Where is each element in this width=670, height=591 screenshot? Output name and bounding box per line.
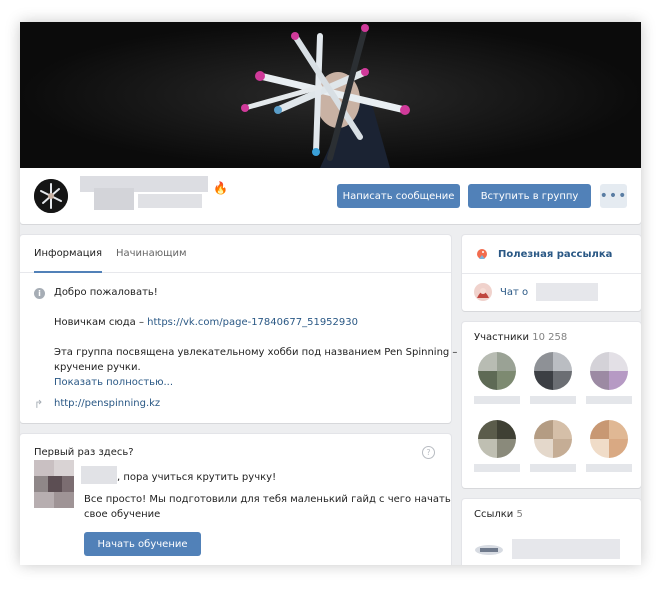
info-tabs: Информация Начинающим — [20, 235, 451, 273]
member-name-blurred — [474, 464, 520, 472]
member-name-blurred — [530, 464, 576, 472]
member-name-blurred — [586, 464, 632, 472]
newbies-line: Новичкам сюда – https://vk.com/page-1784… — [54, 317, 358, 328]
members-count: 10 258 — [532, 332, 568, 343]
link-logo-icon — [475, 545, 503, 555]
members-title: Участники — [474, 332, 530, 343]
bird-icon — [477, 249, 487, 259]
member-name-blurred — [586, 396, 632, 404]
site-link[interactable]: http://penspinning.kz — [54, 398, 160, 409]
tab-information[interactable]: Информация — [34, 235, 103, 273]
guide-text-line-1: Все просто! Мы подготовили для тебя мале… — [84, 494, 451, 505]
member-avatar[interactable] — [534, 420, 572, 458]
link-item[interactable] — [474, 537, 624, 563]
cover-image — [20, 22, 641, 168]
sidebar-divider — [462, 273, 641, 274]
group-header: 🔥 Написать сообщение Вступить в группу •… — [20, 22, 641, 224]
newbies-prefix: Новичкам сюда – — [54, 317, 148, 328]
avatar-pen-icon — [34, 179, 68, 213]
guide-text-line-2: свое обучение — [84, 509, 161, 520]
chat-name-blurred — [536, 283, 599, 301]
links-count: 5 — [516, 509, 523, 520]
member-name-blurred — [530, 396, 576, 404]
newsletter-item[interactable]: Полезная рассылка — [474, 242, 612, 266]
member-avatar[interactable] — [478, 420, 516, 458]
chat-label[interactable]: Чат о — [500, 287, 528, 298]
group-page: 🔥 Написать сообщение Вступить в группу •… — [20, 22, 641, 565]
chat-avatar-icon — [474, 283, 492, 301]
links-card: Ссылки 5 — [462, 499, 641, 565]
sidebar-apps-card: Полезная рассылка Чат о — [462, 235, 641, 311]
member-avatar[interactable] — [478, 352, 516, 390]
help-icon[interactable]: ? — [422, 446, 435, 459]
newsletter-label[interactable]: Полезная рассылка — [498, 249, 612, 260]
join-group-button[interactable]: Вступить в группу — [468, 184, 591, 208]
newbies-link[interactable]: https://vk.com/page-17840677_51952930 — [147, 317, 358, 328]
start-learning-button[interactable]: Начать обучение — [84, 532, 201, 556]
write-message-button[interactable]: Написать сообщение — [337, 184, 460, 208]
fire-emoji-icon: 🔥 — [213, 181, 228, 195]
pen-spinning-cover-art — [20, 22, 641, 168]
member-avatar[interactable] — [590, 420, 628, 458]
more-actions-button[interactable]: ••• — [600, 184, 627, 208]
link-title-blurred — [512, 539, 620, 559]
links-title: Ссылки — [474, 509, 514, 520]
group-avatar[interactable] — [34, 179, 68, 213]
tab-beginners[interactable]: Начинающим — [116, 235, 187, 273]
welcome-text: Добро пожаловать! — [54, 287, 158, 298]
member-avatar[interactable] — [534, 352, 572, 390]
chat-item[interactable]: Чат о — [474, 280, 599, 304]
first-time-title: Первый раз здесь? — [34, 447, 134, 458]
show-more-link[interactable]: Показать полностью... — [54, 377, 173, 388]
user-avatar-blurred — [34, 460, 74, 508]
info-card: Информация Начинающим i Добро пожаловать… — [20, 235, 457, 423]
members-card: Участники 10 258 — [462, 322, 641, 488]
member-name-blurred — [474, 396, 520, 404]
member-avatar[interactable] — [590, 352, 628, 390]
greeting-text: , пора учиться крутить ручку! — [117, 472, 277, 483]
links-header[interactable]: Ссылки 5 — [474, 509, 523, 520]
info-icon: i — [34, 288, 45, 299]
description-line-1: Эта группа посвящена увлекательному хобб… — [54, 347, 458, 358]
members-header[interactable]: Участники 10 258 — [474, 332, 567, 343]
user-name-blurred — [81, 466, 117, 484]
description-line-2: кручение ручки. — [54, 362, 141, 373]
external-link-icon: ↱ — [34, 398, 44, 411]
first-time-card: Первый раз здесь? ? , пора учиться крути… — [20, 434, 451, 565]
